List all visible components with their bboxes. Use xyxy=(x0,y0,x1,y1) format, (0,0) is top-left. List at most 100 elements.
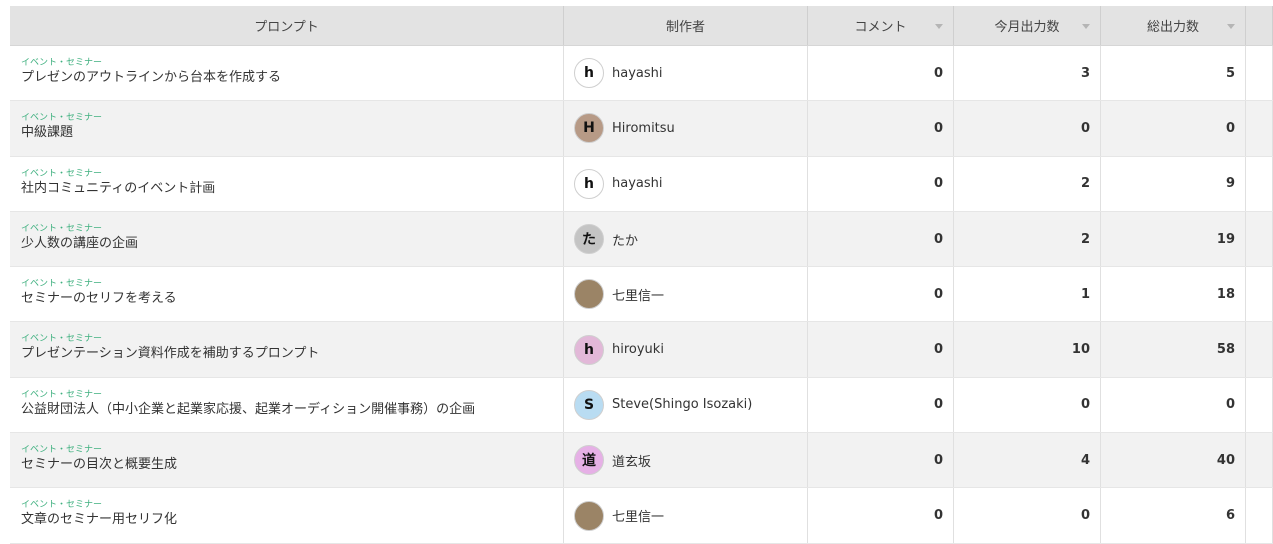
author-cell: 七里信一 xyxy=(564,267,808,322)
prompt-cell[interactable]: イベント・セミナー セミナーのセリフを考える xyxy=(10,267,564,322)
author-name[interactable]: Steve(Shingo Isozaki) xyxy=(612,397,752,412)
avatar[interactable]: h xyxy=(574,334,604,365)
author-cell: h hiroyuki xyxy=(564,322,808,377)
month-output-count: 4 xyxy=(954,433,1101,488)
row-extra xyxy=(1246,267,1273,322)
author-name[interactable]: 七里信一 xyxy=(612,506,664,525)
total-output-count: 18 xyxy=(1101,267,1246,322)
category-label[interactable]: イベント・セミナー xyxy=(21,223,563,235)
category-label[interactable]: イベント・セミナー xyxy=(21,389,563,401)
prompt-title[interactable]: 文章のセミナー用セリフ化 xyxy=(21,511,563,529)
comment-count: 0 xyxy=(808,156,954,211)
table-header: プロンプト 制作者 コメント 今月出力数 総出力数 xyxy=(10,6,1273,46)
header-total-label: 総出力数 xyxy=(1146,20,1199,35)
comment-count: 0 xyxy=(808,433,954,488)
total-output-count: 58 xyxy=(1101,322,1246,377)
sort-arrow-icon[interactable] xyxy=(935,24,943,29)
comment-count: 0 xyxy=(808,267,954,322)
category-label[interactable]: イベント・セミナー xyxy=(21,112,563,124)
month-output-count: 2 xyxy=(954,211,1101,267)
category-label[interactable]: イベント・セミナー xyxy=(21,57,563,69)
author-cell: S Steve(Shingo Isozaki) xyxy=(564,377,808,433)
avatar[interactable]: h xyxy=(574,168,604,199)
month-output-count: 0 xyxy=(954,377,1101,433)
avatar[interactable]: S xyxy=(574,389,604,420)
comment-count: 0 xyxy=(808,488,954,543)
prompt-cell[interactable]: イベント・セミナー 中級課題 xyxy=(10,101,564,156)
avatar[interactable]: h xyxy=(574,58,604,89)
prompt-title[interactable]: プレゼンのアウトラインから台本を作成する xyxy=(21,69,563,87)
prompt-title[interactable]: プレゼンテーション資料作成を補助するプロンプト xyxy=(21,345,563,363)
table-row[interactable]: イベント・セミナー セミナーの目次と概要生成道道玄坂 0 4 40 xyxy=(10,433,1273,489)
author-cell: 七里信一 xyxy=(564,488,808,543)
table-row[interactable]: イベント・セミナー 公益財団法人（中小企業と起業家応援、起業オーディション開催事務… xyxy=(10,377,1273,434)
header-prompt[interactable]: プロンプト xyxy=(10,6,564,45)
header-comment[interactable]: コメント xyxy=(808,6,954,45)
author-name[interactable]: hayashi xyxy=(612,176,663,191)
avatar[interactable] xyxy=(574,500,604,531)
month-output-count: 1 xyxy=(954,267,1101,322)
prompt-cell[interactable]: イベント・セミナー プレゼンのアウトラインから台本を作成する xyxy=(10,46,564,101)
prompt-cell[interactable]: イベント・セミナー 公益財団法人（中小企業と起業家応援、起業オーディション開催事務… xyxy=(10,377,564,433)
total-output-count: 0 xyxy=(1101,377,1246,433)
month-output-count: 10 xyxy=(954,322,1101,377)
prompt-cell[interactable]: イベント・セミナー セミナーの目次と概要生成 xyxy=(10,433,564,488)
author-name[interactable]: 道玄坂 xyxy=(612,451,651,470)
comment-count: 0 xyxy=(808,322,954,377)
avatar[interactable]: た xyxy=(574,224,604,255)
category-label[interactable]: イベント・セミナー xyxy=(21,333,563,345)
comment-count: 0 xyxy=(808,211,954,267)
row-extra xyxy=(1246,433,1273,488)
table-row[interactable]: イベント・セミナー 少人数の講座の企画たたか 0 2 19 xyxy=(10,211,1273,268)
category-label[interactable]: イベント・セミナー xyxy=(21,499,563,511)
avatar[interactable]: H xyxy=(574,113,604,144)
row-extra xyxy=(1246,488,1273,543)
header-author-label: 制作者 xyxy=(665,20,705,35)
table-row[interactable]: イベント・セミナー プレゼンテーション資料作成を補助するプロンプト h hiroyuk… xyxy=(10,322,1273,378)
category-label[interactable]: イベント・セミナー xyxy=(21,444,563,456)
prompt-title[interactable]: 少人数の講座の企画 xyxy=(21,235,563,253)
table-row[interactable]: イベント・セミナー セミナーのセリフを考える 七里信一 0 1 18 xyxy=(10,267,1273,323)
prompt-cell[interactable]: イベント・セミナー 少人数の講座の企画 xyxy=(10,211,564,267)
prompt-title[interactable]: セミナーのセリフを考える xyxy=(21,290,563,308)
author-name[interactable]: たか xyxy=(612,230,638,249)
author-name[interactable]: hayashi xyxy=(612,66,663,81)
sort-arrow-icon[interactable] xyxy=(1227,24,1235,29)
header-month-output[interactable]: 今月出力数 xyxy=(954,6,1101,45)
month-output-count: 0 xyxy=(954,101,1101,156)
category-label[interactable]: イベント・セミナー xyxy=(21,278,563,290)
prompt-title[interactable]: 公益財団法人（中小企業と起業家応援、起業オーディション開催事務）の企画 xyxy=(21,401,563,419)
avatar[interactable] xyxy=(574,279,604,310)
header-month-label: 今月出力数 xyxy=(994,20,1060,35)
prompt-cell[interactable]: イベント・セミナー 社内コミュニティのイベント計画 xyxy=(10,156,564,211)
category-label[interactable]: イベント・セミナー xyxy=(21,168,563,180)
table-row[interactable]: イベント・セミナー プレゼンのアウトラインから台本を作成する h hayashi 0 3 5 xyxy=(10,46,1273,102)
prompt-title[interactable]: セミナーの目次と概要生成 xyxy=(21,456,563,474)
prompt-title[interactable]: 社内コミュニティのイベント計画 xyxy=(21,180,563,198)
comment-count: 0 xyxy=(808,46,954,101)
author-name[interactable]: hiroyuki xyxy=(612,342,664,357)
month-output-count: 2 xyxy=(954,156,1101,211)
header-extra xyxy=(1246,6,1273,45)
header-prompt-label: プロンプト xyxy=(254,20,319,35)
avatar[interactable]: 道 xyxy=(574,445,604,476)
prompt-title[interactable]: 中級課題 xyxy=(21,124,563,142)
header-total-output[interactable]: 総出力数 xyxy=(1101,6,1246,45)
total-output-count: 6 xyxy=(1101,488,1246,543)
table-row[interactable]: イベント・セミナー 中級課題 H Hiromitsu 0 0 0 xyxy=(10,101,1273,157)
author-name[interactable]: Hiromitsu xyxy=(612,121,675,136)
author-name[interactable]: 七里信一 xyxy=(612,285,664,304)
header-author[interactable]: 制作者 xyxy=(564,6,808,45)
prompt-cell[interactable]: イベント・セミナー 文章のセミナー用セリフ化 xyxy=(10,488,564,543)
sort-arrow-icon[interactable] xyxy=(1082,24,1090,29)
author-cell: 道道玄坂 xyxy=(564,433,808,488)
row-extra xyxy=(1246,101,1273,156)
row-extra xyxy=(1246,156,1273,211)
table-row[interactable]: イベント・セミナー 文章のセミナー用セリフ化 七里信一 0 0 6 xyxy=(10,488,1273,544)
table-row[interactable]: イベント・セミナー 社内コミュニティのイベント計画 h hayashi 0 2 9 xyxy=(10,156,1273,212)
author-cell: h hayashi xyxy=(564,46,808,101)
prompt-table: プロンプト 制作者 コメント 今月出力数 総出力数 イベント・セミナー プレゼンの… xyxy=(10,6,1273,544)
prompt-cell[interactable]: イベント・セミナー プレゼンテーション資料作成を補助するプロンプト xyxy=(10,322,564,377)
total-output-count: 5 xyxy=(1101,46,1246,101)
total-output-count: 40 xyxy=(1101,433,1246,488)
